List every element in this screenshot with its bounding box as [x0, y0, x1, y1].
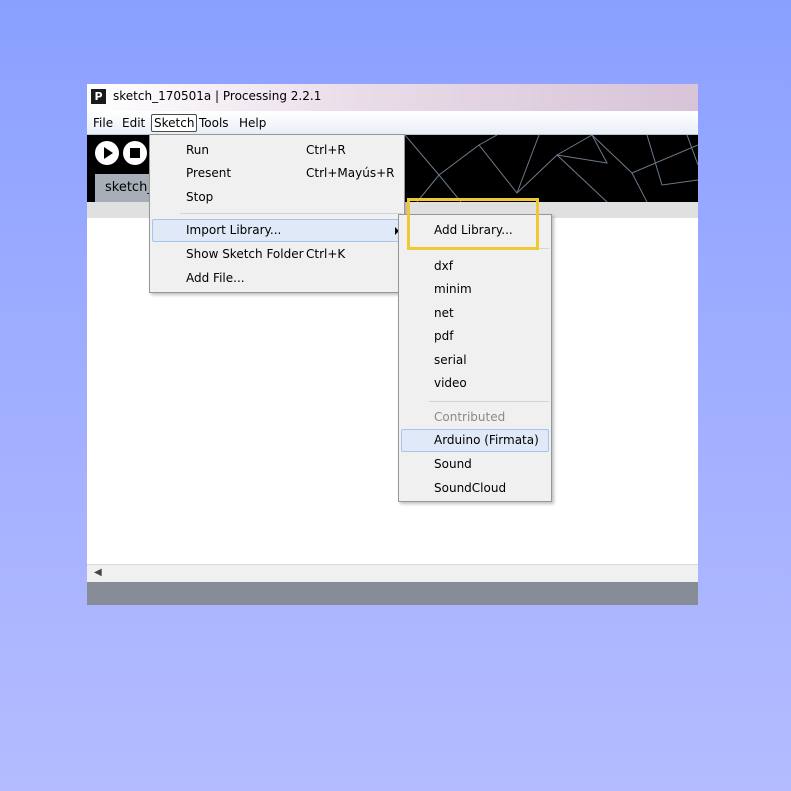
menu-tools[interactable]: Tools: [199, 115, 229, 131]
menu-sketch[interactable]: Sketch: [151, 114, 198, 132]
library-sound[interactable]: Sound: [434, 457, 472, 471]
library-video[interactable]: video: [434, 376, 467, 390]
shortcut-present: Ctrl+Mayús+R: [306, 166, 395, 180]
contributed-section-label: Contributed: [434, 410, 506, 424]
stop-icon: [130, 148, 140, 158]
menu-show-sketch-folder[interactable]: Show Sketch Folder: [186, 247, 304, 261]
stop-button[interactable]: [123, 141, 147, 165]
menu-stop[interactable]: Stop: [186, 190, 213, 204]
processing-app-icon: P: [91, 89, 106, 104]
library-dxf[interactable]: dxf: [434, 259, 453, 273]
library-soundcloud[interactable]: SoundCloud: [434, 481, 506, 495]
shortcut-run: Ctrl+R: [306, 143, 346, 157]
window-title: sketch_170501a | Processing 2.2.1: [113, 89, 322, 103]
library-pdf[interactable]: pdf: [434, 329, 453, 343]
menu-file[interactable]: File: [93, 115, 113, 131]
sketch-tab[interactable]: sketch_: [95, 174, 155, 202]
menu-import-library[interactable]: Import Library...: [186, 223, 281, 237]
library-net[interactable]: net: [434, 306, 454, 320]
add-library-callout-box: [407, 198, 539, 250]
scroll-left-icon[interactable]: ◀: [94, 567, 102, 578]
menu-edit[interactable]: Edit: [122, 115, 145, 131]
library-arduino-firmata[interactable]: Arduino (Firmata): [434, 433, 539, 447]
library-serial[interactable]: serial: [434, 353, 467, 367]
menu-run[interactable]: Run: [186, 143, 209, 157]
menu-present[interactable]: Present: [186, 166, 231, 180]
submenu-separator: [429, 401, 549, 402]
menu-separator: [180, 213, 402, 214]
horizontal-scrollbar[interactable]: ◀: [87, 564, 698, 582]
status-bar: [87, 582, 698, 605]
run-button[interactable]: [95, 141, 119, 165]
play-icon: [104, 147, 113, 159]
menu-bar: File Edit Sketch Tools Help: [87, 112, 698, 135]
shortcut-show-sketch-folder: Ctrl+K: [306, 247, 346, 261]
import-library-submenu: Add Library... dxf minim net pdf serial …: [398, 214, 552, 502]
title-bar[interactable]: P sketch_170501a | Processing 2.2.1: [87, 84, 698, 111]
menu-add-file[interactable]: Add File...: [186, 271, 245, 285]
menu-help[interactable]: Help: [239, 115, 266, 131]
library-minim[interactable]: minim: [434, 282, 472, 296]
sketch-menu: Run Ctrl+R Present Ctrl+Mayús+R Stop Imp…: [149, 134, 405, 293]
